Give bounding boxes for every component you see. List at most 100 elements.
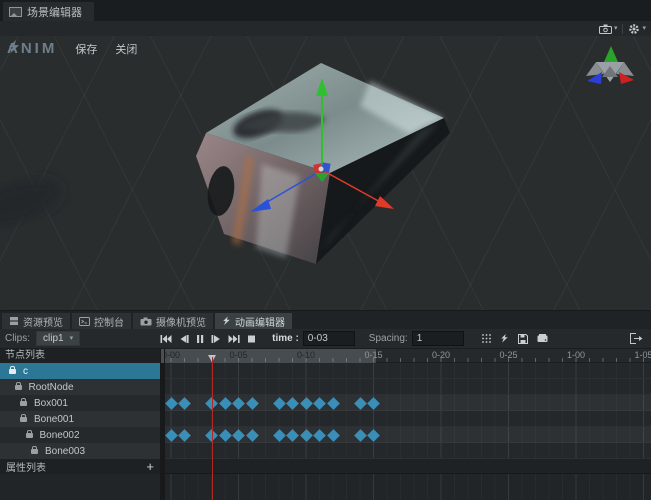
gear-button[interactable]: ▾: [628, 23, 646, 35]
node-label: Bone003: [45, 446, 85, 457]
grid-dots-button[interactable]: [482, 334, 491, 343]
export-button[interactable]: [630, 333, 643, 344]
axis-y-icon: [604, 46, 618, 62]
resource-icon: [9, 316, 19, 326]
node-row-Bone003[interactable]: Bone003: [0, 443, 160, 459]
node-icon: [15, 385, 22, 390]
tab-label: 动画编辑器: [235, 314, 285, 329]
spacing-input[interactable]: [412, 331, 464, 346]
time-label: time :: [272, 333, 299, 344]
ruler-label: 0-20: [432, 350, 450, 360]
bottom-panel: 资源预览 控制台 摄像机预览 动画编辑器 Clips: clip1 ▾ time : …: [0, 310, 651, 500]
ruler-label: 1-00: [567, 350, 585, 360]
timeline-bottom-grid: [165, 474, 651, 500]
add-property-button[interactable]: +: [146, 460, 154, 473]
scene-editor-window: 场景编辑器 ▾ ▾: [0, 0, 651, 500]
node-list: cRootNode Box001 Bone001 Bone002 Bone003: [0, 363, 160, 459]
open-disk-button[interactable]: [537, 334, 548, 343]
properties-header-row: 属性列表 +: [0, 459, 160, 474]
console-icon: [79, 317, 90, 326]
ruler-label: 0-15: [364, 350, 382, 360]
stop-button[interactable]: [247, 334, 256, 344]
skip-start-button[interactable]: [160, 334, 172, 344]
timeline-ruler[interactable]: 0-00 0-05 0-10 0-15 0-20 0-25 1-00 1-05: [165, 349, 651, 363]
properties-row-extension: [165, 459, 651, 474]
orientation-gizmo: [586, 46, 634, 84]
pause-button[interactable]: [196, 334, 204, 344]
camera-icon: [599, 24, 612, 34]
anim-controls-row: Clips: clip1 ▾ time : Spacing:: [0, 329, 651, 349]
textured-box: [0, 63, 450, 264]
node-label: Bone001: [34, 414, 74, 425]
ruler-label: 0-00: [165, 350, 180, 360]
panel-tabs: 资源预览 控制台 摄像机预览 动画编辑器: [0, 311, 651, 329]
anim-toolbar: ANIM 保存 关闭: [7, 40, 137, 57]
node-label: Box001: [34, 398, 68, 409]
gear-icon: [628, 23, 640, 35]
scene-icon: [9, 7, 22, 17]
time-input[interactable]: [303, 331, 355, 346]
node-label: RootNode: [29, 382, 74, 393]
anim-icon: [222, 316, 231, 326]
step-back-button[interactable]: [179, 334, 189, 344]
strip-divider: [622, 24, 623, 34]
node-icon: [31, 449, 38, 454]
node-icon: [20, 401, 27, 406]
timeline-tracks-panel: 0-00 0-05 0-10 0-15 0-20 0-25 1-00 1-05: [165, 349, 651, 500]
ruler-label: 0-25: [499, 350, 517, 360]
step-forward-button[interactable]: [211, 334, 221, 344]
clip-caret-icon: ▾: [70, 335, 74, 342]
camera-button[interactable]: ▾: [599, 24, 618, 34]
tab-anim[interactable]: 动画编辑器: [215, 313, 292, 329]
clips-label: Clips:: [5, 333, 30, 344]
ruler-label: 0-10: [297, 350, 315, 360]
node-list-header: 节点列表: [0, 349, 160, 363]
node-label: Bone002: [40, 430, 80, 441]
top-tab-bar: 场景编辑器: [0, 0, 651, 21]
save-disk-button[interactable]: [518, 334, 528, 344]
clip-selected-value: clip1: [43, 333, 64, 344]
gutter-scrollbar[interactable]: [161, 349, 164, 363]
transport-controls: [160, 334, 256, 344]
ruler-label: 1-05: [634, 350, 651, 360]
clip-select[interactable]: clip1 ▾: [36, 331, 80, 346]
tab-scene-editor[interactable]: 场景编辑器: [3, 2, 94, 21]
save-button[interactable]: 保存: [75, 41, 97, 57]
tab-console[interactable]: 控制台: [72, 313, 131, 329]
scene-render: [0, 36, 651, 310]
toolstrip: ▾ ▾: [0, 21, 651, 36]
camera-preview-icon: [140, 317, 152, 326]
scene-tab-label: 场景编辑器: [27, 4, 82, 20]
node-icon: [9, 369, 16, 374]
lightning-icon: [7, 40, 21, 54]
3d-viewport[interactable]: ANIM 保存 关闭: [0, 36, 651, 310]
spacing-label: Spacing:: [369, 333, 408, 344]
node-label: c: [23, 366, 28, 377]
node-row-Box001[interactable]: Box001: [0, 395, 160, 411]
node-icon: [20, 417, 27, 422]
node-row-RootNode[interactable]: RootNode: [0, 379, 160, 395]
properties-header-label: 属性列表: [6, 459, 46, 474]
node-list-panel: 节点列表 cRootNode Box001 Bone001 Bone002 Bone00…: [0, 349, 160, 500]
camera-caret-icon: ▾: [614, 25, 618, 32]
tab-label: 资源预览: [23, 314, 63, 329]
tab-label: 控制台: [94, 314, 124, 329]
anim-logo: ANIM: [7, 40, 57, 57]
playhead-line[interactable]: [212, 357, 213, 500]
node-row-Bone001[interactable]: Bone001: [0, 411, 160, 427]
tab-label: 摄像机预览: [156, 314, 206, 329]
skip-end-button[interactable]: [228, 334, 240, 344]
close-button[interactable]: 关闭: [115, 41, 137, 57]
tab-resource[interactable]: 资源预览: [2, 313, 70, 329]
node-row-c[interactable]: c: [0, 363, 160, 379]
node-row-Bone002[interactable]: Bone002: [0, 427, 160, 443]
gear-caret-icon: ▾: [642, 25, 646, 32]
tab-camera-preview[interactable]: 摄像机预览: [133, 313, 213, 329]
keyframe-tracks[interactable]: [165, 363, 651, 459]
anim-toolbar-icons: [482, 333, 548, 344]
export-icon: [630, 333, 643, 344]
node-icon: [26, 433, 33, 438]
lightning-button[interactable]: [500, 333, 509, 344]
timeline-area: 节点列表 cRootNode Box001 Bone001 Bone002 Bone00…: [0, 349, 651, 500]
ruler-label: 0-05: [229, 350, 247, 360]
